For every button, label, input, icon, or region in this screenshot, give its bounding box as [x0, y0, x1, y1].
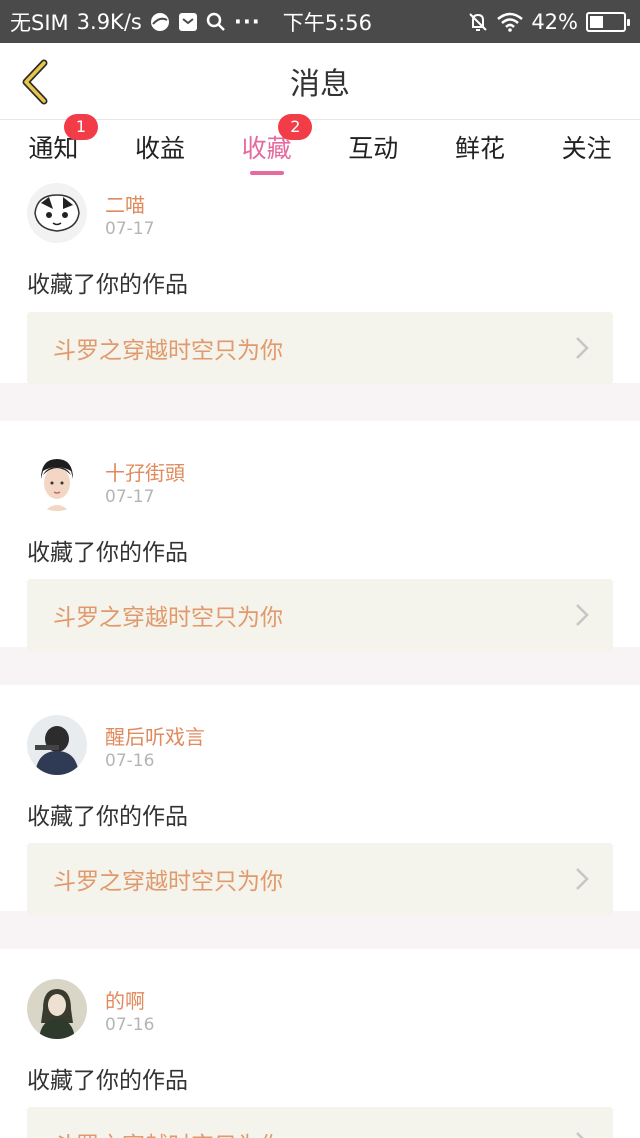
mute-icon: [467, 11, 489, 33]
action-text: 收藏了你的作品: [27, 804, 188, 830]
divider: [0, 911, 640, 949]
browser-icon: [150, 12, 170, 32]
work-link[interactable]: 斗罗之穿越时空只为你: [27, 579, 613, 651]
tab-label: 鲜花: [454, 134, 505, 163]
tab-label: 关注: [561, 134, 612, 163]
timestamp: 07-16: [105, 751, 155, 771]
favorites-list: 二喵 07-17 收藏了你的作品 斗罗之穿越时空只为你 十孖街頭 07-17 收…: [0, 177, 640, 1138]
user-name[interactable]: 醒后听戏言: [105, 721, 205, 750]
avatar[interactable]: [27, 715, 87, 775]
timestamp: 07-17: [105, 487, 155, 507]
unread-badge: 2: [278, 114, 313, 140]
battery-icon: [586, 11, 630, 32]
avatar[interactable]: [27, 183, 87, 243]
action-text: 收藏了你的作品: [27, 1068, 188, 1094]
more-notifications-icon: ···: [233, 9, 261, 34]
active-tab-indicator: [249, 171, 284, 175]
unread-badge: 1: [64, 114, 98, 140]
battery-percent: 42%: [531, 9, 578, 34]
avatar[interactable]: [27, 979, 87, 1039]
timestamp: 07-17: [105, 219, 155, 239]
action-text: 收藏了你的作品: [27, 540, 188, 566]
user-name[interactable]: 二喵: [105, 189, 145, 218]
chevron-right-icon: [576, 337, 589, 359]
action-text: 收藏了你的作品: [27, 272, 188, 298]
tab-label: 互动: [348, 134, 399, 163]
page-title: 消息: [290, 67, 350, 102]
tab-notifications[interactable]: 通知 1: [0, 114, 107, 177]
divider: [0, 647, 640, 685]
work-title: 斗罗之穿越时空只为你: [53, 1126, 283, 1138]
tab-earnings[interactable]: 收益: [107, 121, 214, 177]
work-link[interactable]: 斗罗之穿越时空只为你: [27, 312, 613, 384]
tab-following[interactable]: 关注: [533, 121, 640, 177]
status-bar: 无SIM 3.9K/s ··· 下午5:56 42%: [0, 0, 640, 43]
list-item: 的啊 07-16 收藏了你的作品 斗罗之穿越时空只为你: [0, 949, 640, 1138]
avatar[interactable]: [27, 451, 87, 511]
chevron-right-icon: [576, 868, 589, 890]
timestamp: 07-16: [105, 1015, 155, 1035]
user-name[interactable]: 十孖街頭: [105, 457, 185, 486]
clock: 下午5:56: [282, 10, 372, 35]
back-button[interactable]: [14, 57, 54, 107]
user-name[interactable]: 的啊: [105, 985, 145, 1014]
message-app-icon: [178, 12, 198, 32]
search-icon: [206, 12, 226, 32]
wifi-icon: [497, 12, 524, 32]
tab-interactions[interactable]: 互动: [320, 121, 427, 177]
tab-bar: 通知 1 收益 收藏 2 互动 鲜花 关注: [0, 114, 640, 177]
carrier-label: 无SIM: [10, 10, 69, 35]
list-item: 醒后听戏言 07-16 收藏了你的作品 斗罗之穿越时空只为你: [0, 685, 640, 915]
tab-label: 收益: [134, 134, 185, 163]
chevron-right-icon: [576, 604, 589, 626]
tab-favorites[interactable]: 收藏 2: [213, 114, 320, 177]
chevron-right-icon: [576, 1132, 584, 1138]
work-link[interactable]: 斗罗之穿越时空只为你: [27, 1107, 613, 1138]
list-item: 二喵 07-17 收藏了你的作品 斗罗之穿越时空只为你: [0, 177, 640, 384]
work-link[interactable]: 斗罗之穿越时空只为你: [27, 843, 613, 915]
work-title: 斗罗之穿越时空只为你: [53, 869, 283, 895]
header: 消息: [0, 43, 640, 120]
work-title: 斗罗之穿越时空只为你: [53, 338, 283, 364]
network-speed: 3.9K/s: [76, 9, 142, 34]
divider: [0, 383, 640, 421]
work-title: 斗罗之穿越时空只为你: [53, 605, 283, 631]
chevron-left-icon: [22, 59, 48, 105]
list-item: 十孖街頭 07-17 收藏了你的作品 斗罗之穿越时空只为你: [0, 421, 640, 651]
tab-flowers[interactable]: 鲜花: [427, 121, 534, 177]
